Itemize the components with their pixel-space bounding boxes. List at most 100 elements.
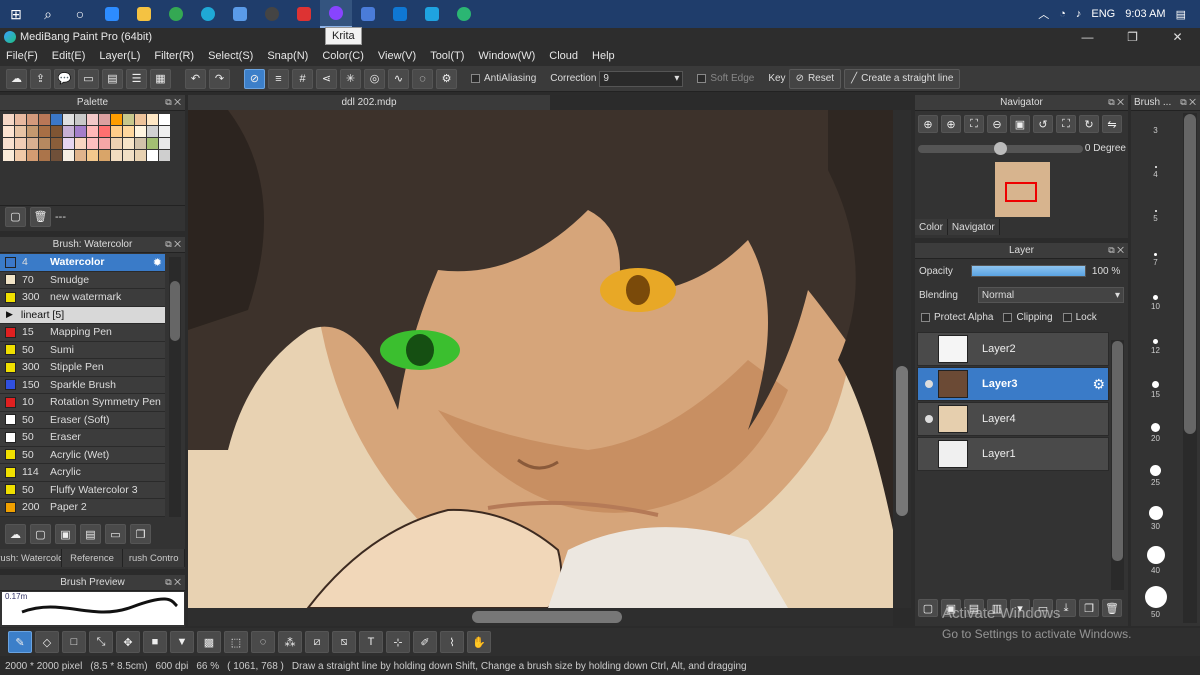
palette-swatch[interactable] [75,126,86,137]
palette-swatch[interactable] [63,138,74,149]
windows-start-icon[interactable]: ⊞ [0,0,32,28]
brush-size-item[interactable]: 10 [1133,267,1178,311]
blending-select[interactable]: Normal ▾ [977,287,1124,303]
menu-snap[interactable]: Snap(N) [267,50,308,62]
flip-icon[interactable]: ⇋ [1102,115,1122,133]
brush-size-scroll-thumb[interactable] [1184,114,1196,434]
brush-item[interactable]: 150 Sparkle Brush [0,376,165,394]
palette-swatch[interactable] [147,138,158,149]
delete-color-icon[interactable]: 🗑 [30,206,51,227]
rotate-right-icon[interactable]: ↻ [1079,115,1099,133]
layer-scroll-thumb[interactable] [1112,341,1123,561]
brush-list-icon[interactable]: ▤ [80,524,101,544]
clipping-toggle[interactable]: Clipping [1003,312,1053,323]
zoom-icon[interactable]: ⊕ [941,115,961,133]
tab-reference[interactable]: Reference [61,549,124,567]
canvas-vertical-scrollbar[interactable] [893,110,911,608]
brush-size-item[interactable]: 12 [1133,311,1178,355]
cortana-icon[interactable]: ○ [64,0,96,28]
visibility-icon[interactable] [922,379,936,389]
new-brush-icon[interactable]: ▢ [30,524,51,544]
panel-close-icon[interactable]: ⧉ ✕ [1108,97,1124,108]
snap-circle-icon[interactable]: ◎ [364,68,385,89]
brush-item[interactable]: 15 Mapping Pen [0,324,165,342]
palette-swatch[interactable] [111,150,122,161]
new-layer-icon[interactable]: ▢ [918,599,938,617]
brush-item[interactable]: 70 Smudge [0,271,165,289]
create-straight-line-button[interactable]: ╱ Create a straight line [844,68,961,89]
brush-size-item[interactable]: 7 [1133,223,1178,267]
drawing-canvas[interactable] [188,110,893,608]
undo-button[interactable]: ↶ [185,68,206,89]
palette-swatch[interactable] [15,114,26,125]
palette-swatch[interactable] [159,126,170,137]
clipping-checkbox[interactable] [1003,312,1013,322]
palette-swatch[interactable] [51,126,62,137]
add-color-icon[interactable]: ▢ [5,206,26,227]
snap-off-icon[interactable]: ⊘ [244,68,265,89]
brush-size-item[interactable]: 50 [1133,575,1178,619]
fullscreen-icon[interactable]: ⛶ [1056,115,1076,133]
brush-item[interactable]: 300 Stipple Pen [0,359,165,377]
brush-item[interactable]: 4 Watercolor ✹ [0,254,165,272]
palette-swatch[interactable] [63,114,74,125]
snap-ellipse-icon[interactable]: ◌ [412,68,433,89]
brush-item[interactable]: 10 Rotation Symmetry Pen [0,394,165,412]
brush-size-item[interactable]: 3 [1133,113,1178,135]
brush-settings-icon[interactable]: ✹ [153,256,162,269]
brush-item[interactable]: 50 Eraser [0,429,165,447]
expand-arrow-icon[interactable]: ▶ [6,309,13,320]
palette-swatch[interactable] [15,126,26,137]
correction-select[interactable]: 9 ▾ [599,70,684,87]
palette-swatch[interactable] [99,114,110,125]
cloud-brush-icon[interactable]: ☁ [5,524,26,544]
shape-tool-icon[interactable]: ⤡ [89,631,113,653]
palette-swatch[interactable] [135,150,146,161]
lock-toggle[interactable]: Lock [1062,312,1097,323]
brush-item[interactable]: 50 Fluffy Watercolor 3 [0,481,165,499]
tab-color[interactable]: Color [915,219,948,235]
palette-swatch[interactable] [99,150,110,161]
actual-size-icon[interactable]: ▣ [1010,115,1030,133]
close-button[interactable]: ✕ [1155,30,1200,44]
brush-copy-icon[interactable]: ❐ [130,524,151,544]
zoom-icon[interactable] [96,0,128,28]
panel-close-icon[interactable]: ⧉ ✕ [165,577,181,588]
krita-icon[interactable] [320,0,352,28]
palette-swatch[interactable] [39,138,50,149]
panel-close-icon[interactable]: ⧉ ✕ [1108,245,1124,256]
speech-bubble-icon[interactable]: ▭ [78,68,99,89]
panel-close-icon[interactable]: ⧉ ✕ [165,97,181,108]
magic-wand-icon[interactable]: ⁂ [278,631,302,653]
brush-item[interactable]: 50 Eraser (Soft) [0,411,165,429]
text-tool-icon[interactable]: T [359,631,383,653]
palette-swatch[interactable] [63,126,74,137]
brush-scrollbar[interactable] [169,257,181,517]
divide-tool-icon[interactable]: ⊹ [386,631,410,653]
zoom-in-icon[interactable]: ⊕ [918,115,938,133]
snap-perspective-icon[interactable]: ⋖ [316,68,337,89]
antialiasing-toggle[interactable]: AntiAliasing [471,73,536,84]
palette-swatch[interactable] [3,114,14,125]
brush-size-scrollbar[interactable] [1183,113,1197,623]
snap-grid-icon[interactable]: # [292,68,313,89]
protect-alpha-toggle[interactable]: Protect Alpha [921,312,993,323]
palette-swatch[interactable] [39,114,50,125]
eraser-tool-icon[interactable]: ◇ [35,631,59,653]
brush-size-item[interactable]: 15 [1133,355,1178,399]
palette-swatch[interactable] [159,138,170,149]
opacity-slider[interactable] [970,265,1086,277]
palette-swatch[interactable] [99,126,110,137]
palette-swatch[interactable] [123,150,134,161]
panel-close-icon[interactable]: ⧉ ✕ [165,239,181,250]
palette-swatch[interactable] [75,114,86,125]
palette-swatch[interactable] [111,138,122,149]
palette-swatch[interactable] [87,138,98,149]
chrome2-icon[interactable] [448,0,480,28]
menu-select[interactable]: Select(S) [208,50,253,62]
menu-help[interactable]: Help [592,50,615,62]
file-explorer-icon[interactable] [128,0,160,28]
lang-indicator[interactable]: ENG [1091,8,1115,20]
move-tool-icon[interactable]: ✥ [116,631,140,653]
mail-icon[interactable] [384,0,416,28]
